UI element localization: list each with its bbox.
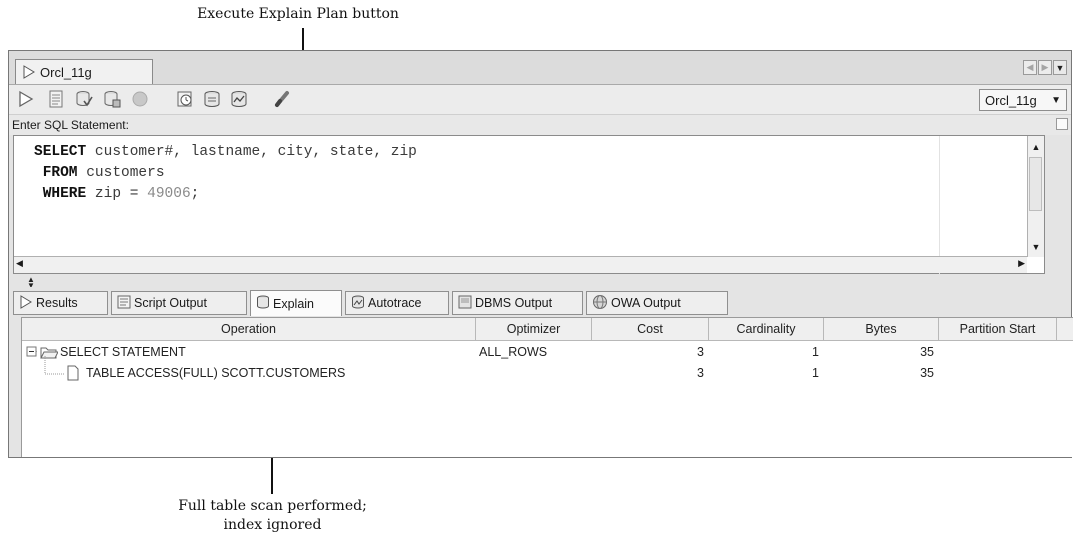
operation-cell: TABLE ACCESS(FULL) SCOTT.CUSTOMERS xyxy=(86,366,346,380)
callout-line-2: index ignored xyxy=(223,517,322,533)
tab-script-output-label: Script Output xyxy=(134,296,207,310)
commit-icon[interactable] xyxy=(75,90,93,108)
callout-execute-explain: Execute Explain Plan button xyxy=(197,6,399,22)
callout-full-table-scan: Full table scan performed; index ignored xyxy=(150,497,395,535)
column-header[interactable]: Cardinality xyxy=(709,318,824,340)
tab-autotrace-label: Autotrace xyxy=(368,296,422,310)
column-header[interactable]: Partition Start xyxy=(939,318,1057,340)
scroll-down-icon[interactable]: ▼ xyxy=(1028,238,1044,255)
bytes-cell: 35 xyxy=(920,366,934,380)
sql-label-checkbox[interactable] xyxy=(1056,118,1068,130)
output-tab-bar: Results Script Output Explain Autotrace … xyxy=(9,287,1071,317)
autotrace-icon[interactable] xyxy=(230,90,248,108)
worksheet-tab[interactable]: Orcl_11g xyxy=(15,59,153,84)
worksheet-tab-label: Orcl_11g xyxy=(40,64,92,80)
cost-cell: 3 xyxy=(697,366,704,380)
run-script-icon[interactable] xyxy=(47,90,65,108)
sql-text: zip = xyxy=(86,186,148,202)
sql-code[interactable]: SELECT customer#, lastname, city, state,… xyxy=(34,142,417,205)
sql-keyword: WHERE xyxy=(42,186,87,202)
tab-explain-label: Explain xyxy=(273,296,314,311)
cost-cell: 3 xyxy=(697,345,704,359)
scroll-up-icon[interactable]: ▲ xyxy=(1028,138,1044,155)
optimizer-cell: ALL_ROWS xyxy=(479,345,548,359)
tab-scroll-right-icon[interactable]: ▶ xyxy=(1038,60,1052,75)
callout-arrow-bottom xyxy=(271,452,273,494)
column-header[interactable]: Optimizer xyxy=(476,318,592,340)
dbms-output-icon xyxy=(458,295,472,312)
cardinality-cell: 1 xyxy=(812,366,819,380)
operation-cell: SELECT STATEMENT xyxy=(60,345,186,359)
scroll-left-icon[interactable]: ◀ xyxy=(16,258,23,269)
tab-owa-output-label: OWA Output xyxy=(611,296,681,310)
sql-worksheet-window: Orcl_11g ◀ ▶ ▼ Orcl_11g ▼ Enter SQL Stat… xyxy=(8,50,1073,458)
tab-dbms-output-label: DBMS Output xyxy=(475,296,553,310)
tab-dbms-output[interactable]: DBMS Output xyxy=(452,291,583,315)
tab-navigation: ◀ ▶ ▼ xyxy=(1023,60,1067,75)
worksheet-toolbar: Orcl_11g ▼ xyxy=(9,84,1071,115)
worksheet-play-icon xyxy=(22,65,36,79)
tab-owa-output[interactable]: OWA Output xyxy=(586,291,728,315)
owa-globe-icon xyxy=(592,294,608,313)
connection-select-value: Orcl_11g xyxy=(985,92,1037,108)
sql-keyword: SELECT xyxy=(34,144,87,160)
tab-explain[interactable]: Explain xyxy=(250,290,342,316)
results-play-icon xyxy=(19,294,33,312)
column-header[interactable]: Bytes xyxy=(824,318,939,340)
cardinality-cell: 1 xyxy=(812,345,819,359)
sql-editor[interactable]: SELECT customer#, lastname, city, state,… xyxy=(13,135,1045,274)
editor-horizontal-scrollbar[interactable]: ◀ ▶ xyxy=(14,256,1027,273)
editor-margin-line xyxy=(939,136,940,274)
sql-text: customer#, lastname, city, state, zip xyxy=(86,144,417,160)
tree-connector xyxy=(44,356,66,376)
grid-header: Operation Optimizer Cost Cardinality Byt… xyxy=(22,318,1073,341)
sql-statement-label: Enter SQL Statement: xyxy=(9,115,1071,135)
clear-icon[interactable] xyxy=(273,90,291,108)
tab-script-output[interactable]: Script Output xyxy=(111,291,247,315)
rollback-icon[interactable] xyxy=(103,90,121,108)
scrollbar-thumb[interactable] xyxy=(1029,157,1042,211)
explain-tab-icon xyxy=(256,295,270,312)
tab-autotrace[interactable]: Autotrace xyxy=(345,291,449,315)
sql-number: 49006 xyxy=(147,186,191,202)
bytes-cell: 35 xyxy=(920,345,934,359)
callout-line-1: Full table scan performed; xyxy=(178,498,367,514)
tab-list-dropdown-icon[interactable]: ▼ xyxy=(1053,60,1067,75)
connection-select[interactable]: Orcl_11g ▼ xyxy=(979,89,1067,111)
tree-collapse-icon[interactable] xyxy=(26,342,39,362)
column-header-overflow xyxy=(1057,318,1074,340)
cancel-icon[interactable] xyxy=(131,90,149,108)
document-icon xyxy=(66,363,80,383)
script-output-icon xyxy=(117,295,131,312)
explain-plan-grid: Operation Optimizer Cost Cardinality Byt… xyxy=(21,317,1073,457)
chevron-down-icon: ▼ xyxy=(1051,94,1061,106)
tab-scroll-left-icon[interactable]: ◀ xyxy=(1023,60,1037,75)
sql-text: ; xyxy=(190,186,200,202)
explain-plan-icon[interactable] xyxy=(203,90,221,108)
document-tab-bar: Orcl_11g ◀ ▶ ▼ xyxy=(9,51,1071,84)
sql-history-icon[interactable] xyxy=(176,90,194,108)
tab-results[interactable]: Results xyxy=(13,291,108,315)
scroll-right-icon[interactable]: ▶ xyxy=(1018,258,1025,269)
column-header[interactable]: Cost xyxy=(592,318,709,340)
run-statement-icon[interactable] xyxy=(17,90,35,108)
column-header[interactable]: Operation xyxy=(22,318,476,340)
editor-vertical-scrollbar[interactable]: ▲ ▼ xyxy=(1027,136,1044,257)
autotrace-tab-icon xyxy=(351,295,365,312)
tab-results-label: Results xyxy=(36,296,78,310)
sql-text: customers xyxy=(77,165,165,181)
sql-keyword: FROM xyxy=(42,165,78,181)
